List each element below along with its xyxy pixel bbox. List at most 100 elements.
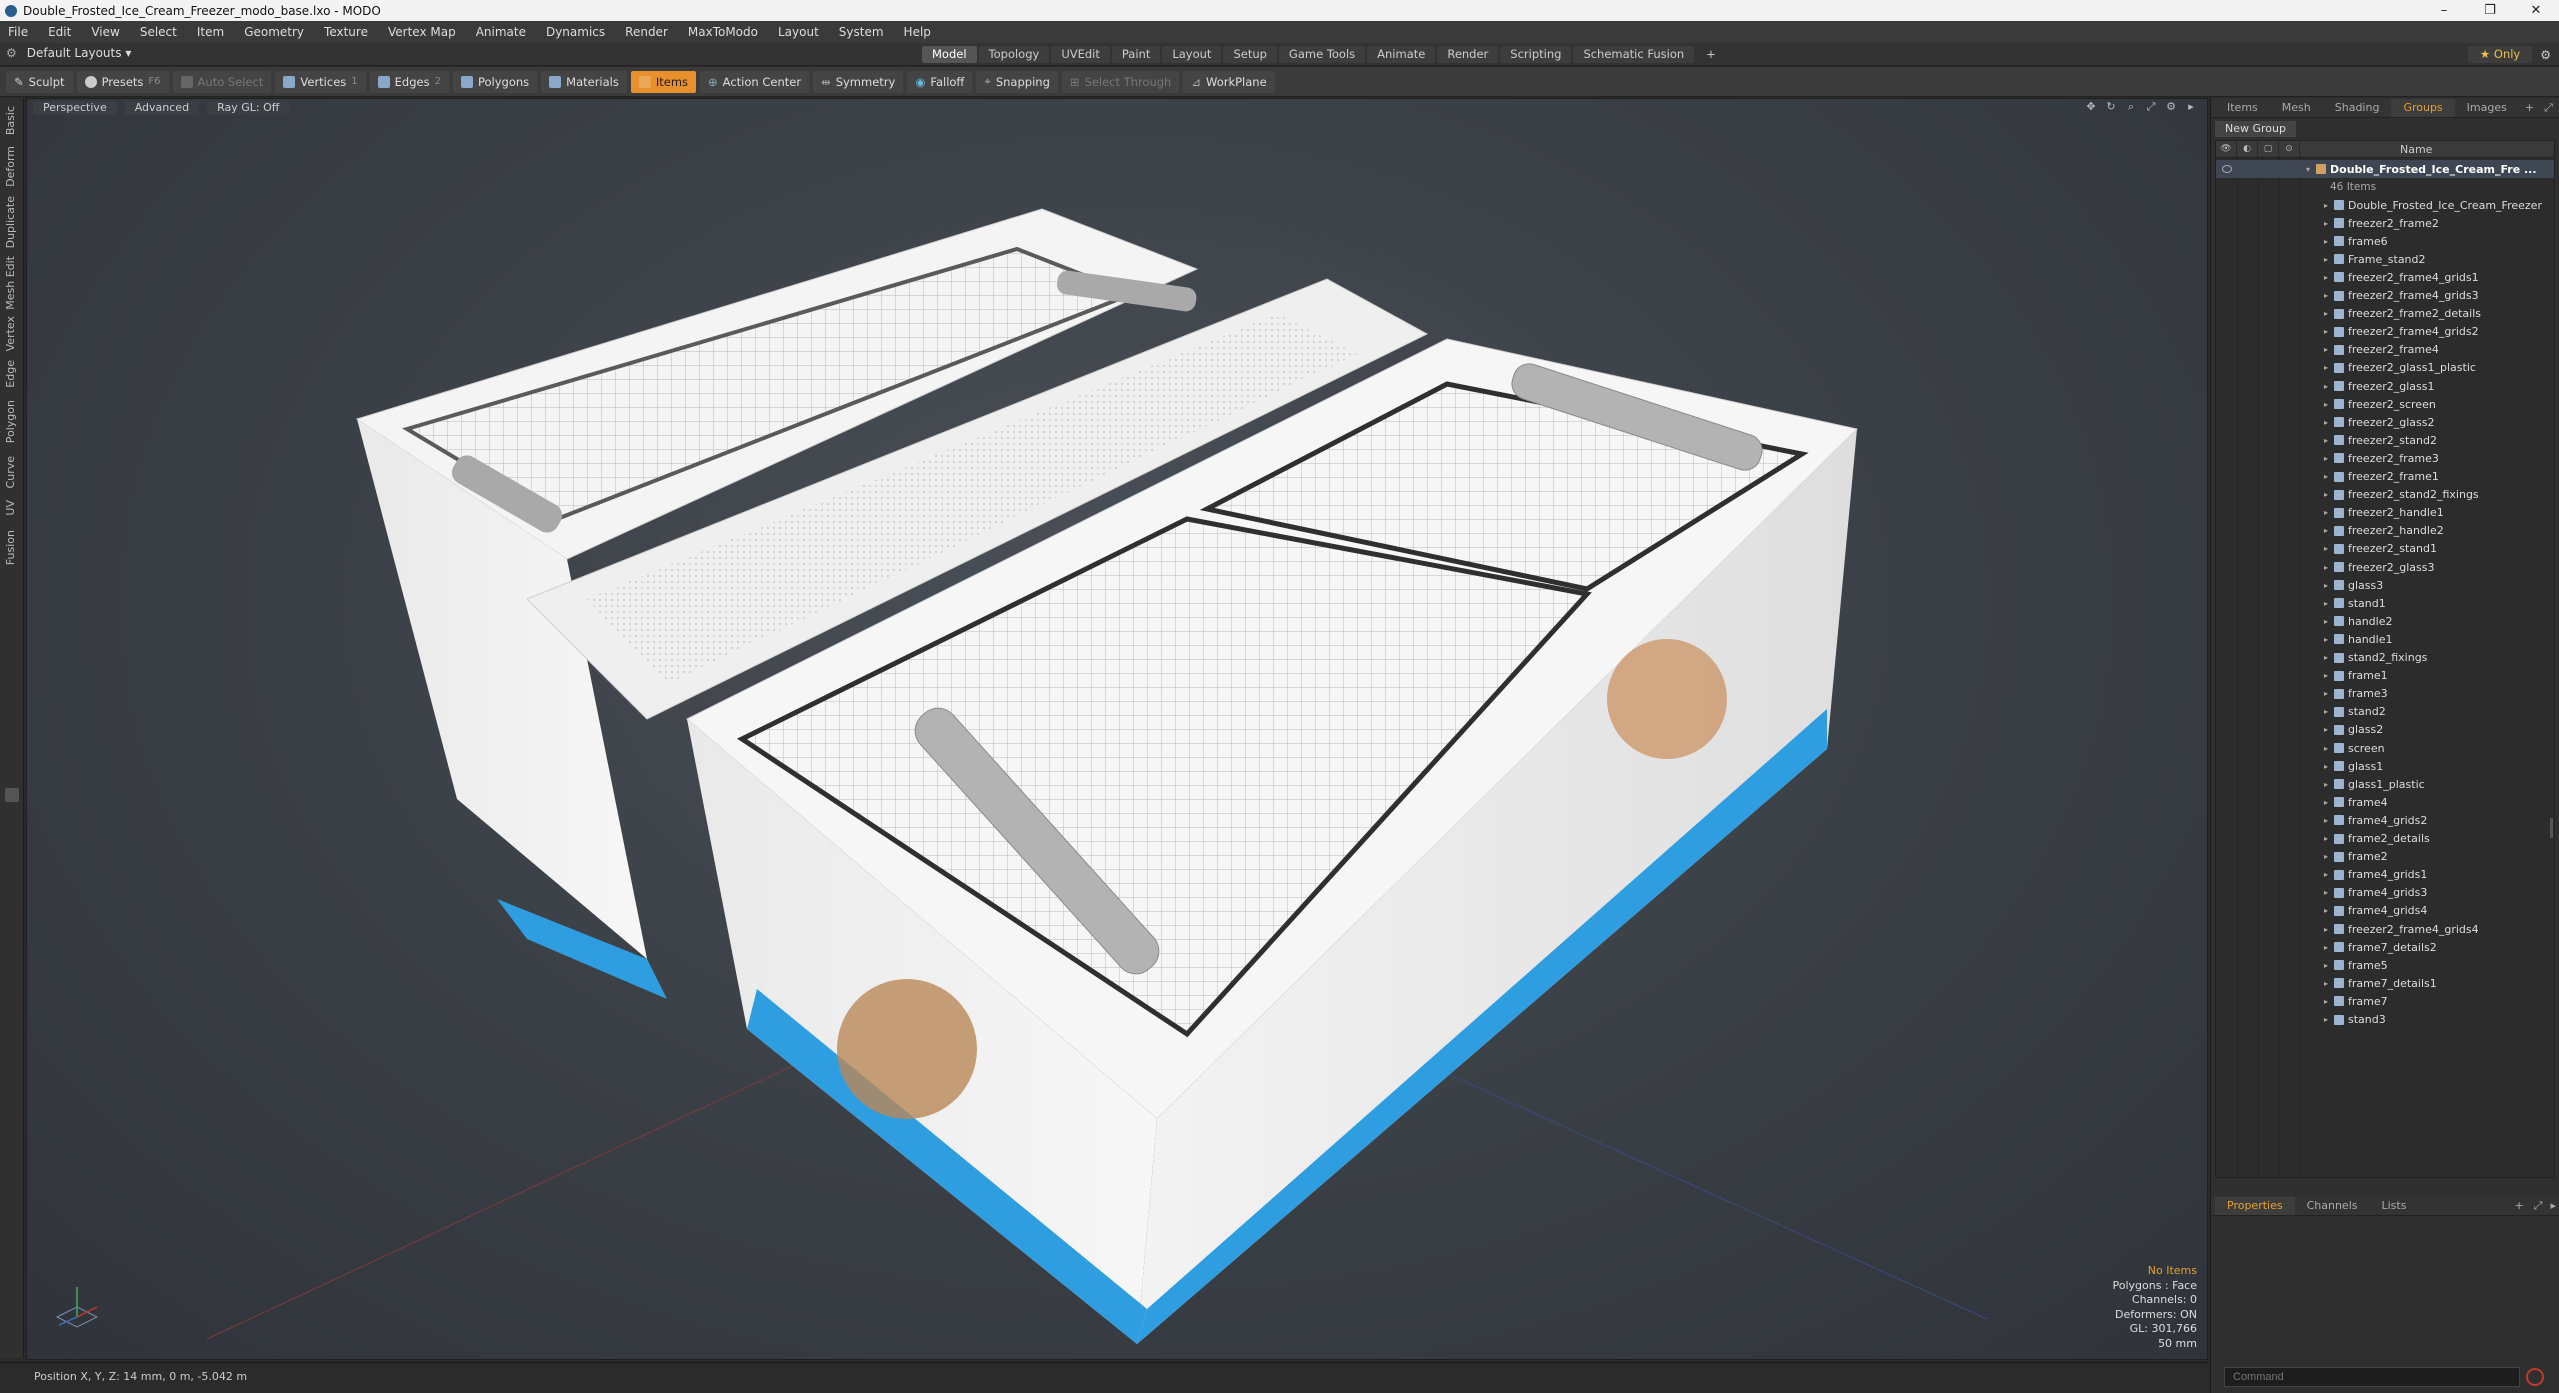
expand-arrow-icon[interactable]: ▸: [2324, 255, 2328, 264]
tree-item-row[interactable]: ▸ frame4_grids3: [2216, 884, 2554, 902]
expand-arrow-icon[interactable]: ▸: [2324, 689, 2328, 698]
expand-arrow-icon[interactable]: ▸: [2324, 617, 2328, 626]
expand-arrow-icon[interactable]: ▸: [2324, 997, 2328, 1006]
zoom-view-icon[interactable]: ⌕: [2125, 101, 2137, 113]
tree-item-row[interactable]: ▸ frame5: [2216, 956, 2554, 974]
tree-item-row[interactable]: ▸ stand2: [2216, 703, 2554, 721]
tree-item-row[interactable]: ▸ frame7_details2: [2216, 938, 2554, 956]
tree-item-row[interactable]: ▸ frame6: [2216, 232, 2554, 250]
expand-arrow-icon[interactable]: ▸: [2324, 707, 2328, 716]
expand-arrow-icon[interactable]: ▸: [2324, 400, 2328, 409]
tree-item-row[interactable]: ▸ frame7: [2216, 992, 2554, 1010]
tree-item-row[interactable]: ▸ freezer2_frame3: [2216, 449, 2554, 467]
tab-scripting[interactable]: Scripting: [1500, 46, 1572, 63]
tree-item-row[interactable]: ▸ glass1: [2216, 757, 2554, 775]
tree-item-row[interactable]: ▸ frame2: [2216, 848, 2554, 866]
presets-button[interactable]: Presets F6: [76, 70, 169, 93]
edges-button[interactable]: Edges 2: [369, 70, 449, 93]
minimize-button[interactable]: –: [2421, 0, 2467, 21]
expand-arrow-icon[interactable]: ▸: [2324, 599, 2328, 608]
tab-model[interactable]: Model: [922, 46, 977, 63]
tab-render[interactable]: Render: [1437, 46, 1499, 63]
tree-item-row[interactable]: ▸ freezer2_stand2_fixings: [2216, 486, 2554, 504]
tree-item-row[interactable]: ▸ freezer2_screen: [2216, 395, 2554, 413]
polygons-button[interactable]: Polygons: [452, 70, 538, 93]
tab-uvedit[interactable]: UVEdit: [1051, 46, 1110, 63]
lock-column-icon[interactable]: ▢: [2258, 141, 2279, 157]
expand-arrow-icon[interactable]: ▸: [2324, 418, 2328, 427]
tree-item-row[interactable]: ▸ freezer2_frame2: [2216, 214, 2554, 232]
tab-shading[interactable]: Shading: [2323, 99, 2392, 117]
groups-tree[interactable]: ▾ Double_Frosted_Ice_Cream_Fre ... 46 It…: [2215, 158, 2555, 1178]
tree-item-row[interactable]: ▸ freezer2_frame4_grids3: [2216, 287, 2554, 305]
shading-dropdown[interactable]: Advanced: [124, 101, 200, 115]
viewport-settings-icon[interactable]: ⚙: [2165, 101, 2177, 113]
vtab-vertex[interactable]: Vertex: [4, 316, 17, 351]
expand-arrow-icon[interactable]: ▸: [2324, 201, 2328, 210]
tree-item-row[interactable]: ▸ freezer2_stand2: [2216, 431, 2554, 449]
tab-schematic-fusion[interactable]: Schematic Fusion: [1573, 46, 1695, 63]
properties-add-icon[interactable]: +: [2508, 1197, 2529, 1215]
tab-animate[interactable]: Animate: [1367, 46, 1436, 63]
expand-arrow-icon[interactable]: ▸: [2324, 925, 2328, 934]
expand-arrow-icon[interactable]: ▸: [2324, 219, 2328, 228]
menu-select[interactable]: Select: [140, 25, 177, 39]
expand-arrow-icon[interactable]: ▸: [2324, 544, 2328, 553]
tab-topology[interactable]: Topology: [978, 46, 1050, 63]
tree-item-row[interactable]: ▸ stand1: [2216, 594, 2554, 612]
expand-arrow-icon[interactable]: ▸: [2324, 454, 2328, 463]
expand-arrow-icon[interactable]: ▸: [2324, 888, 2328, 897]
new-group-button[interactable]: New Group: [2215, 121, 2296, 137]
expand-arrow-icon[interactable]: ▸: [2324, 436, 2328, 445]
menu-help[interactable]: Help: [904, 25, 931, 39]
move-view-icon[interactable]: ✥: [2085, 101, 2097, 113]
tree-item-row[interactable]: ▸ freezer2_frame4: [2216, 341, 2554, 359]
tree-item-row[interactable]: ▸ freezer2_stand1: [2216, 540, 2554, 558]
tree-item-row[interactable]: ▸ frame1: [2216, 667, 2554, 685]
tree-item-row[interactable]: ▸ freezer2_glass1_plastic: [2216, 359, 2554, 377]
tab-game-tools[interactable]: Game Tools: [1278, 46, 1366, 63]
menu-file[interactable]: File: [8, 25, 28, 39]
tab-properties[interactable]: Properties: [2215, 1196, 2295, 1215]
expand-arrow-icon[interactable]: ▸: [2324, 671, 2328, 680]
3d-viewport[interactable]: Perspective Advanced Ray GL: Off ✥ ↻ ⌕ ⤢…: [26, 98, 2208, 1360]
expand-arrow-icon[interactable]: ▸: [2324, 291, 2328, 300]
tree-item-row[interactable]: ▸ handle2: [2216, 612, 2554, 630]
render-column-icon[interactable]: ◐: [2237, 141, 2258, 157]
expand-arrow-icon[interactable]: ▸: [2324, 834, 2328, 843]
layout-gear-icon[interactable]: ⚙: [6, 46, 17, 60]
tab-lists[interactable]: Lists: [2370, 1197, 2419, 1215]
tree-item-row[interactable]: ▸ Frame_stand2: [2216, 250, 2554, 268]
expand-arrow-icon[interactable]: ▸: [2324, 472, 2328, 481]
tab-mesh[interactable]: Mesh ...: [2270, 99, 2323, 132]
tree-item-row[interactable]: ▸ freezer2_glass2: [2216, 413, 2554, 431]
menu-animate[interactable]: Animate: [476, 25, 526, 39]
tab-groups[interactable]: Groups: [2391, 98, 2455, 117]
expand-arrow-icon[interactable]: ▸: [2324, 725, 2328, 734]
menu-maxtomodo[interactable]: MaxToModo: [688, 25, 758, 39]
expand-arrow-icon[interactable]: ▸: [2324, 508, 2328, 517]
expand-arrow-icon[interactable]: ▸: [2324, 526, 2328, 535]
vtab-polygon[interactable]: Polygon: [4, 400, 17, 443]
vtab-basic[interactable]: Basic: [4, 106, 17, 135]
expand-arrow-icon[interactable]: ▸: [2324, 762, 2328, 771]
tree-item-row[interactable]: ▸ stand2_fixings: [2216, 649, 2554, 667]
tree-item-row[interactable]: ▸ freezer2_handle1: [2216, 504, 2554, 522]
tab-layout[interactable]: Layout: [1162, 46, 1222, 63]
menu-render[interactable]: Render: [625, 25, 668, 39]
menu-item[interactable]: Item: [197, 25, 224, 39]
viewport-expand-icon[interactable]: ▸: [2185, 101, 2197, 113]
vtab-duplicate[interactable]: Duplicate: [4, 196, 17, 248]
tree-item-row[interactable]: ▸ stand3: [2216, 1011, 2554, 1029]
tree-item-row[interactable]: ▸ freezer2_frame4_grids4: [2216, 920, 2554, 938]
settings-gear-icon[interactable]: ⚙: [2540, 48, 2551, 62]
expand-arrow-icon[interactable]: ▸: [2324, 363, 2328, 372]
tree-item-row[interactable]: ▸ freezer2_handle2: [2216, 522, 2554, 540]
add-tab-button[interactable]: +: [1696, 46, 1726, 63]
expand-arrow-icon[interactable]: ▸: [2324, 581, 2328, 590]
menu-edit[interactable]: Edit: [48, 25, 71, 39]
tree-item-row[interactable]: ▸ glass1_plastic: [2216, 775, 2554, 793]
visibility-eye-icon[interactable]: [2222, 165, 2232, 173]
expand-arrow-icon[interactable]: ▸: [2324, 345, 2328, 354]
group-root-row[interactable]: ▾ Double_Frosted_Ice_Cream_Fre ...: [2216, 160, 2554, 178]
